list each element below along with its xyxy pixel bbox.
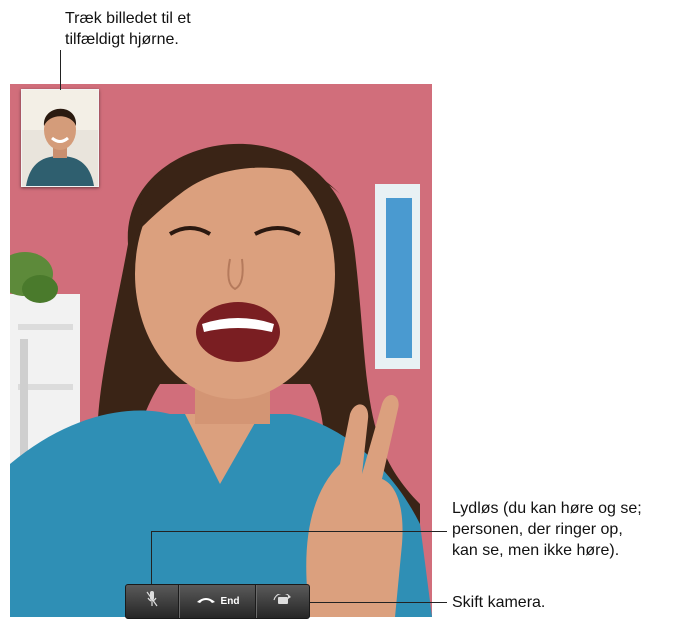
call-control-bar: End [125,584,310,619]
switch-camera-button[interactable] [256,585,309,618]
callout-drag-pip: Træk billedet til et tilfældigt hjørne. [65,10,191,48]
callout-mute: Lydløs (du kan høre og se; personen, der… [452,500,642,559]
microphone-muted-icon [146,590,158,613]
end-call-label: End [220,596,240,607]
callout-switch-camera: Skift kamera. [452,594,546,611]
leader-line-switch [297,602,447,603]
pip-self-view[interactable] [21,89,99,187]
camera-rotate-icon [272,592,294,611]
phone-handset-icon [196,596,216,607]
mute-button[interactable] [126,585,179,618]
leader-line-mute-horizontal [151,531,447,532]
end-call-button[interactable]: End [179,585,256,618]
leader-line-pip [60,50,61,90]
leader-line-mute-vertical [151,531,152,586]
